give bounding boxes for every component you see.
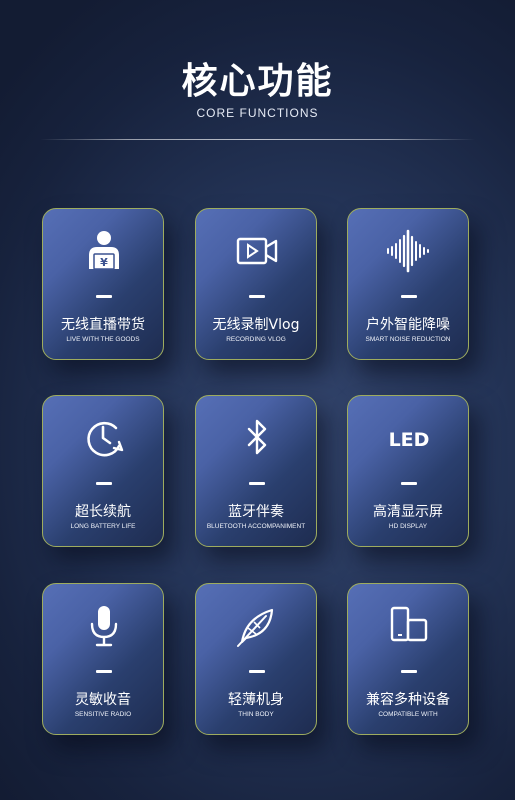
live-user-icon: ¥ bbox=[79, 229, 129, 273]
feature-card-compatible: 兼容多种设备 COMPATIBLE WITH bbox=[347, 583, 469, 735]
led-icon: LED bbox=[384, 416, 434, 460]
microphone-icon bbox=[79, 604, 129, 648]
feature-title: 灵敏收音 bbox=[75, 692, 131, 708]
feature-card-display: LED 高清显示屏 HD DISPLAY bbox=[347, 395, 469, 547]
video-camera-icon bbox=[232, 229, 282, 273]
bluetooth-icon bbox=[232, 416, 282, 460]
page-subtitle: CORE FUNCTIONS bbox=[196, 106, 319, 120]
feature-subtitle: BLUETOOTH ACCOMPANIMENT bbox=[206, 523, 306, 530]
header-divider bbox=[40, 139, 475, 140]
card-dash bbox=[249, 482, 265, 485]
feature-subtitle: SMART NOISE REDUCTION bbox=[365, 336, 451, 343]
card-dash bbox=[401, 295, 417, 298]
feature-card-bluetooth: 蓝牙伴奏 BLUETOOTH ACCOMPANIMENT bbox=[195, 395, 317, 547]
feature-subtitle: HD DISPLAY bbox=[388, 523, 428, 530]
page-title: 核心功能 bbox=[181, 61, 334, 102]
card-dash bbox=[96, 482, 112, 485]
card-dash bbox=[249, 295, 265, 298]
card-dash bbox=[96, 295, 112, 298]
feature-card-live: ¥ 无线直播带货 LIVE WITH THE GOODS bbox=[42, 208, 164, 360]
feature-card-vlog: 无线录制Vlog RECORDING VLOG bbox=[195, 208, 317, 360]
card-dash bbox=[249, 670, 265, 673]
feature-title: 轻薄机身 bbox=[228, 692, 284, 708]
feature-title: 户外智能降噪 bbox=[366, 317, 450, 333]
clock-icon bbox=[79, 416, 129, 460]
feature-card-radio: 灵敏收音 SENSITIVE RADIO bbox=[42, 583, 164, 735]
svg-text:¥: ¥ bbox=[100, 256, 108, 269]
feature-subtitle: THIN BODY bbox=[238, 711, 274, 718]
card-dash bbox=[401, 482, 417, 485]
feature-card-thin: 轻薄机身 THIN BODY bbox=[195, 583, 317, 735]
feature-subtitle: RECORDING VLOG bbox=[226, 336, 286, 343]
feature-title: 兼容多种设备 bbox=[366, 692, 450, 708]
feature-card-noise: 户外智能降噪 SMART NOISE REDUCTION bbox=[347, 208, 469, 360]
led-icon-text: LED bbox=[389, 429, 430, 451]
feature-subtitle: SENSITIVE RADIO bbox=[74, 711, 132, 718]
card-dash bbox=[96, 670, 112, 673]
feature-title: 高清显示屏 bbox=[373, 504, 443, 520]
feature-subtitle: LONG BATTERY LIFE bbox=[70, 523, 136, 530]
feature-title: 无线直播带货 bbox=[61, 317, 145, 333]
feature-subtitle: COMPATIBLE WITH bbox=[378, 711, 438, 718]
feature-title: 蓝牙伴奏 bbox=[228, 504, 284, 520]
feature-title: 超长续航 bbox=[75, 504, 131, 520]
devices-icon bbox=[384, 604, 434, 648]
sound-wave-icon bbox=[384, 229, 434, 273]
card-dash bbox=[401, 670, 417, 673]
feature-title: 无线录制Vlog bbox=[212, 317, 300, 333]
feature-subtitle: LIVE WITH THE GOODS bbox=[66, 336, 140, 343]
feather-icon bbox=[232, 604, 282, 648]
feature-card-battery: 超长续航 LONG BATTERY LIFE bbox=[42, 395, 164, 547]
